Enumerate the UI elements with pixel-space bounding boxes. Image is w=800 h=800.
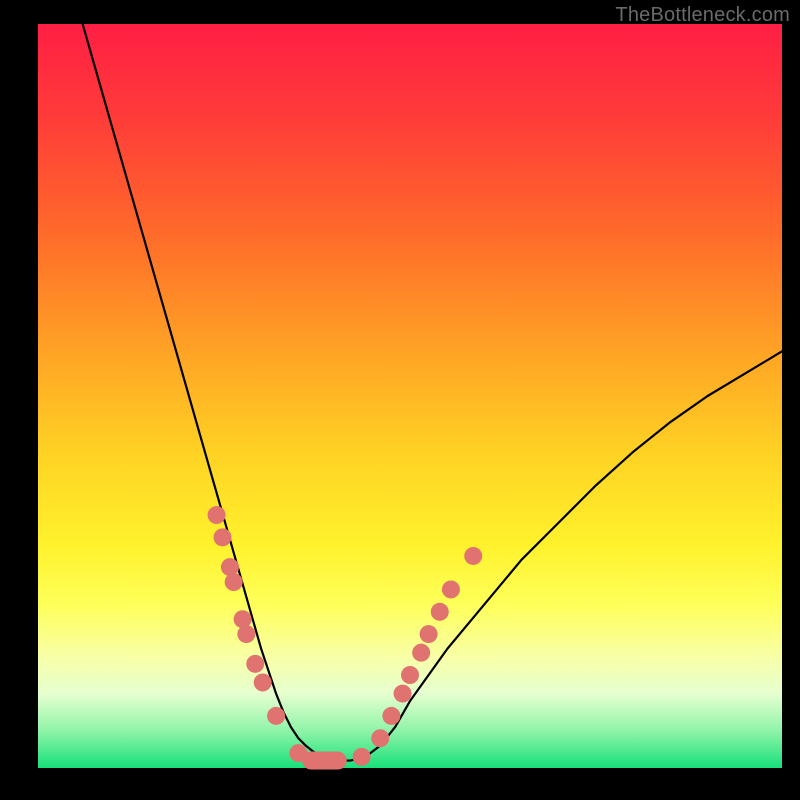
curve-marker-dot xyxy=(420,625,438,643)
curve-marker-dot xyxy=(401,666,419,684)
curve-marker-dot xyxy=(237,625,255,643)
curve-markers xyxy=(208,506,483,770)
curve-marker-dot xyxy=(371,729,389,747)
plot-area xyxy=(38,24,782,768)
curve-marker-dot xyxy=(246,655,264,673)
curve-marker-dot xyxy=(431,603,449,621)
chart-stage: TheBottleneck.com xyxy=(0,0,800,800)
curve-marker-dot xyxy=(442,580,460,598)
curve-marker-dot xyxy=(382,707,400,725)
curve-layer xyxy=(38,24,782,768)
curve-marker-pill xyxy=(302,752,347,770)
curve-marker-dot xyxy=(254,673,272,691)
curve-marker-dot xyxy=(225,573,243,591)
curve-marker-dot xyxy=(464,547,482,565)
curve-marker-dot xyxy=(353,748,371,766)
curve-marker-dot xyxy=(267,707,285,725)
curve-marker-dot xyxy=(208,506,226,524)
curve-marker-dot xyxy=(394,685,412,703)
curve-marker-dot xyxy=(412,644,430,662)
curve-marker-dot xyxy=(214,528,232,546)
watermark-text: TheBottleneck.com xyxy=(615,4,790,27)
bottleneck-curve xyxy=(83,24,782,761)
